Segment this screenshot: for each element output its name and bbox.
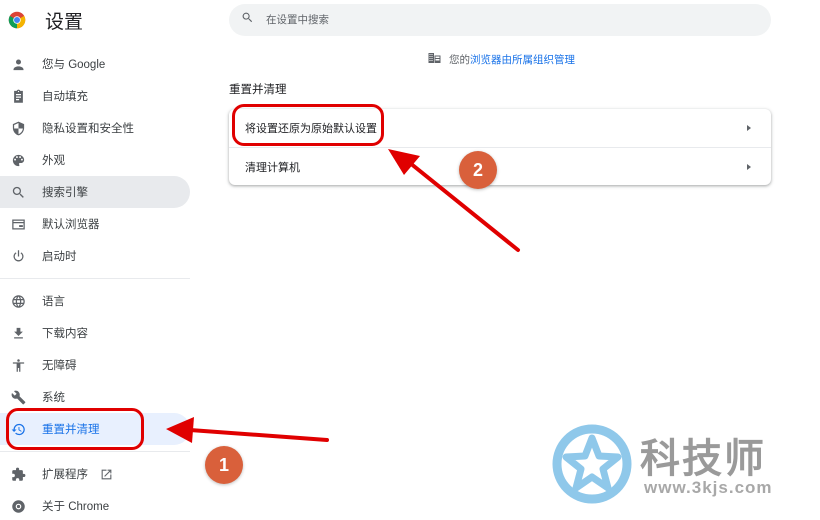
annotation-step-badge-1: 1 [205, 446, 243, 484]
sidebar-item-label: 重置并清理 [42, 424, 100, 436]
section-title: 重置并清理 [229, 84, 287, 96]
sidebar-item-appearance[interactable]: 外观 [0, 144, 190, 176]
sidebar-item-about-chrome[interactable]: 关于 Chrome [0, 490, 190, 520]
app-header: 设置 [8, 8, 84, 33]
person-icon [10, 56, 26, 72]
search-input[interactable] [266, 14, 746, 26]
sidebar-item-default-browser[interactable]: 默认浏览器 [0, 208, 190, 240]
search-icon [10, 184, 26, 200]
restore-defaults-row[interactable]: 将设置还原为原始默认设置 [229, 109, 771, 147]
chrome-logo-icon [8, 11, 26, 29]
sidebar-item-label: 搜索引擎 [42, 187, 88, 199]
clipboard-icon [10, 88, 26, 104]
watermark-title: 科技师 [640, 437, 766, 481]
sidebar-item-extensions[interactable]: 扩展程序 [0, 458, 190, 490]
sidebar-item-accessibility[interactable]: 无障碍 [0, 349, 190, 381]
sidebar-item-label: 您与 Google [42, 59, 106, 71]
puzzle-icon [10, 466, 26, 482]
sidebar-item-label: 无障碍 [42, 360, 77, 372]
sidebar-item-label: 关于 Chrome [42, 501, 110, 513]
sidebar-item-label: 系统 [42, 392, 65, 404]
search-icon [241, 11, 254, 29]
restore-icon [10, 421, 26, 437]
sidebar-item-label: 语言 [42, 296, 65, 308]
sidebar-item-downloads[interactable]: 下载内容 [0, 317, 190, 349]
settings-search-bar[interactable] [229, 4, 771, 36]
sidebar-item-you-and-google[interactable]: 您与 Google [0, 48, 190, 80]
watermark: 科技师 www.3kjs.com [552, 422, 792, 512]
palette-icon [10, 152, 26, 168]
open-in-new-icon [100, 468, 113, 481]
sidebar-item-system[interactable]: 系统 [0, 381, 190, 413]
power-icon [10, 248, 26, 264]
settings-page: 设置 您的 浏览器由所属组织管理 您与 Google 自动填充 隐私设置和安全性… [0, 0, 820, 520]
sidebar-item-label: 隐私设置和安全性 [42, 123, 134, 135]
sidebar-item-privacy-security[interactable]: 隐私设置和安全性 [0, 112, 190, 144]
sidebar-item-label: 下载内容 [42, 328, 88, 340]
chrome-icon [10, 498, 26, 514]
managed-notice-prefix: 您的 [449, 54, 470, 66]
row-label: 将设置还原为原始默认设置 [245, 123, 377, 135]
sidebar-item-on-startup[interactable]: 启动时 [0, 240, 190, 272]
page-title: 设置 [45, 11, 84, 33]
sidebar-divider [0, 278, 190, 279]
sidebar-item-autofill[interactable]: 自动填充 [0, 80, 190, 112]
browser-window-icon [10, 216, 26, 232]
sidebar-divider [0, 451, 190, 452]
wrench-icon [10, 389, 26, 405]
managed-notice-link[interactable]: 浏览器由所属组织管理 [470, 52, 575, 67]
download-icon [10, 325, 26, 341]
watermark-star-logo-icon [552, 424, 632, 504]
sidebar-item-languages[interactable]: 语言 [0, 285, 190, 317]
shield-icon [10, 120, 26, 136]
annotation-step-badge-2: 2 [459, 151, 497, 189]
sidebar-nav: 您与 Google 自动填充 隐私设置和安全性 外观 搜索引擎 默认浏览器 启动… [0, 48, 190, 520]
chevron-right-icon [747, 125, 751, 131]
sidebar-item-label: 自动填充 [42, 91, 88, 103]
annotation-arrow-1 [166, 417, 329, 443]
watermark-url: www.3kjs.com [644, 478, 773, 497]
sidebar-item-label: 启动时 [42, 251, 77, 263]
sidebar-item-label: 默认浏览器 [42, 219, 100, 231]
reset-and-cleanup-card: 将设置还原为原始默认设置 清理计算机 [229, 109, 771, 185]
sidebar-item-search-engine[interactable]: 搜索引擎 [0, 176, 190, 208]
chevron-right-icon [747, 163, 751, 170]
sidebar-item-reset-and-clean-up[interactable]: 重置并清理 [0, 413, 190, 445]
clean-up-computer-row[interactable]: 清理计算机 [229, 147, 771, 185]
accessibility-icon [10, 357, 26, 373]
row-label: 清理计算机 [245, 161, 300, 174]
managed-notice: 您的 浏览器由所属组织管理 [428, 52, 575, 67]
globe-icon [10, 293, 26, 309]
sidebar-item-label: 扩展程序 [42, 469, 88, 481]
sidebar-item-label: 外观 [42, 155, 65, 167]
building-icon [428, 52, 441, 67]
